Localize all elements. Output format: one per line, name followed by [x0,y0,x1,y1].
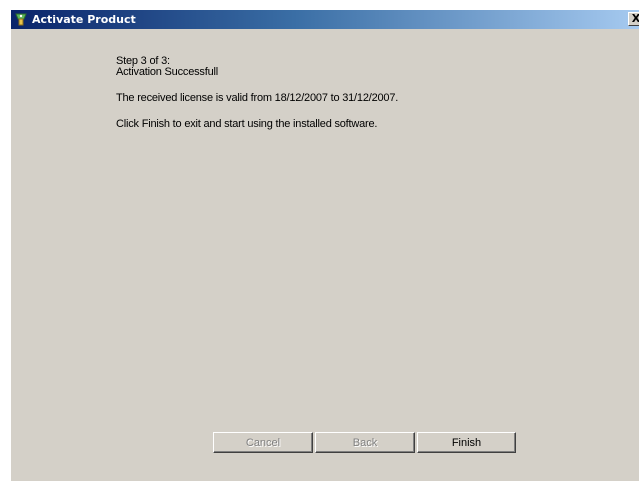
window-title: Activate Product [32,13,136,26]
activate-product-window: Activate Product X Step 3 of 3: Activati… [10,9,639,481]
license-validity-text: The received license is valid from 18/12… [116,92,399,104]
back-button[interactable]: Back [315,432,415,453]
product-key-icon [13,12,29,27]
finish-instruction-text: Click Finish to exit and start using the… [116,118,378,130]
cancel-button[interactable]: Cancel [213,432,313,453]
title-bar[interactable]: Activate Product X [11,10,639,29]
finish-button[interactable]: Finish [417,432,516,453]
status-message: Activation Successfull [116,66,218,78]
close-button[interactable]: X [628,12,639,26]
